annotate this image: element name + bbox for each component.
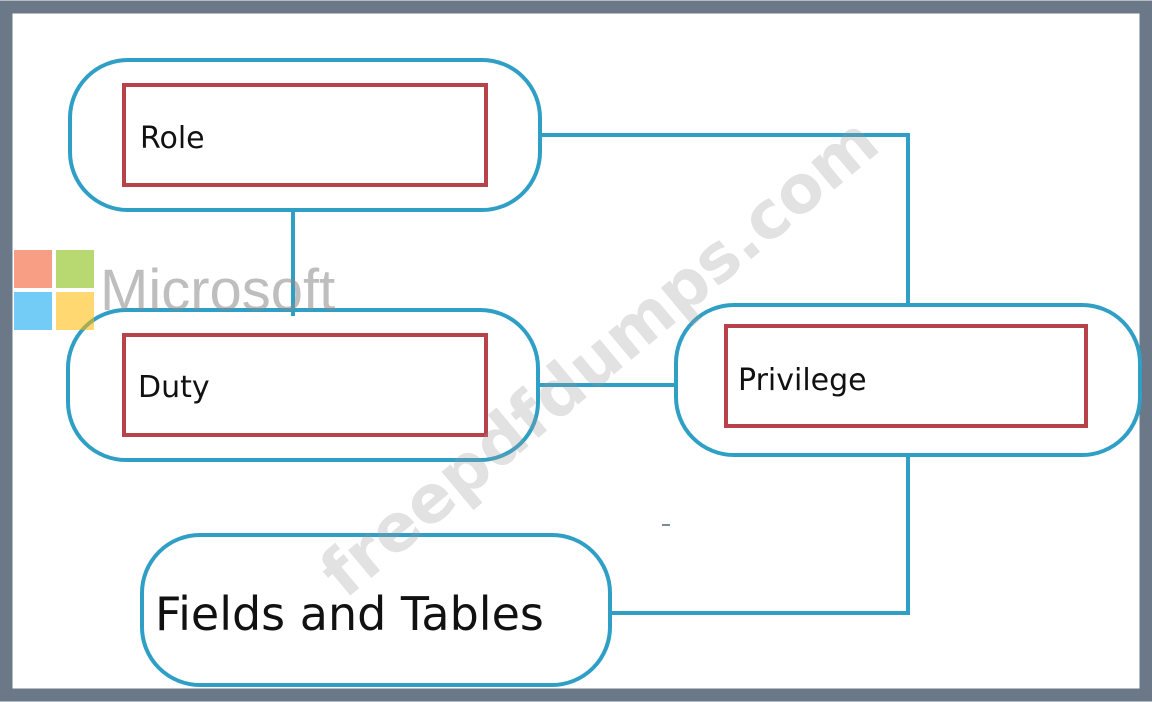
logo-blue-square (14, 292, 52, 330)
duty-label: Duty (138, 370, 210, 405)
logo-yellow-square (56, 292, 94, 330)
diagram-svg: Role Duty Privilege Fields and Tables Mi… (0, 0, 1152, 702)
logo-red-square (14, 250, 52, 288)
diagram-canvas: Role Duty Privilege Fields and Tables Mi… (0, 0, 1152, 702)
stray-mark (662, 524, 670, 526)
logo-green-square (56, 250, 94, 288)
role-label: Role (140, 121, 205, 156)
microsoft-wordmark: Microsoft (100, 258, 335, 323)
privilege-label: Privilege (738, 363, 867, 398)
